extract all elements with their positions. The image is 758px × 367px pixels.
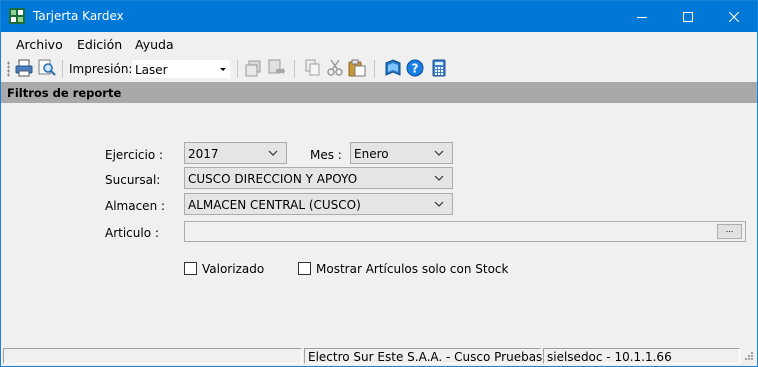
cut-icon[interactable] [326, 59, 344, 77]
ejercicio-label: Ejercicio : [105, 148, 164, 162]
copy-icon[interactable] [304, 59, 322, 77]
section-header: Filtros de reporte [1, 82, 757, 103]
maximize-button[interactable] [665, 1, 711, 32]
articulo-label: Articulo : [105, 226, 159, 240]
kardex-window: Tarjerta Kardex Archivo Edición Ayuda Im… [0, 0, 758, 367]
close-button[interactable] [711, 1, 757, 32]
minimize-icon [637, 16, 647, 18]
svg-text:?: ? [412, 62, 419, 76]
articulo-browse-button[interactable]: ... [717, 224, 742, 239]
minimize-button[interactable] [619, 1, 665, 32]
articulo-field[interactable]: ... [184, 221, 746, 242]
book-icon[interactable] [384, 59, 402, 77]
printer-select[interactable]: Laser [131, 59, 231, 79]
sucursal-label: Sucursal: [105, 173, 161, 187]
export-icon[interactable] [245, 59, 263, 77]
menu-bar: Archivo Edición Ayuda [1, 32, 757, 56]
toolbar-grip[interactable] [7, 61, 10, 77]
toolbar-separator [237, 60, 238, 78]
export-arrow-icon[interactable] [267, 59, 285, 77]
almacen-value: ALMACEN CENTRAL (CUSCO) [188, 198, 361, 212]
sucursal-value: CUSCO DIRECCION Y APOYO [188, 172, 358, 186]
chevron-down-icon [434, 150, 444, 156]
chevron-down-icon [434, 175, 444, 181]
ejercicio-select[interactable]: 2017 [184, 142, 287, 164]
status-bar: Electro Sur Este S.A.A. - Cusco Pruebas … [1, 346, 757, 366]
almacen-label: Almacen : [105, 199, 166, 213]
print-label: Impresión: [69, 62, 133, 76]
mes-value: Enero [354, 147, 389, 161]
print-icon[interactable] [15, 59, 33, 77]
title-bar[interactable]: Tarjerta Kardex [1, 1, 757, 32]
maximize-icon [683, 11, 693, 22]
chevron-down-icon [434, 201, 444, 207]
printer-select-value: Laser [135, 63, 168, 77]
menu-archivo[interactable]: Archivo [16, 37, 63, 52]
stock-label[interactable]: Mostrar Artículos solo con Stock [316, 262, 508, 276]
section-title: Filtros de reporte [7, 86, 122, 100]
close-icon [729, 11, 739, 22]
toolbar-separator [62, 60, 63, 78]
status-panel-company: Electro Sur Este S.A.A. - Cusco Pruebas [304, 348, 543, 364]
paste-icon[interactable] [348, 59, 366, 77]
help-icon[interactable]: ? [406, 59, 424, 77]
valorizado-checkbox[interactable] [184, 262, 197, 275]
toolbar-separator [294, 60, 295, 78]
chevron-down-icon [268, 150, 278, 156]
menu-edicion[interactable]: Edición [77, 37, 122, 52]
valorizado-label[interactable]: Valorizado [202, 262, 264, 276]
toolbar-separator [374, 60, 375, 78]
mes-label: Mes : [310, 148, 342, 162]
dropdown-arrow-icon [220, 68, 226, 71]
calculator-icon[interactable] [430, 59, 448, 77]
menu-ayuda[interactable]: Ayuda [135, 37, 174, 52]
print-preview-icon[interactable] [38, 59, 56, 77]
ejercicio-value: 2017 [188, 147, 219, 161]
almacen-select[interactable]: ALMACEN CENTRAL (CUSCO) [184, 193, 453, 215]
mes-select[interactable]: Enero [350, 142, 453, 164]
sucursal-select[interactable]: CUSCO DIRECCION Y APOYO [184, 167, 453, 189]
toolbar: Impresión: Laser ? [1, 56, 757, 82]
status-server: sielsedoc - 10.1.1.66 [547, 350, 672, 364]
resize-grip-icon[interactable] [742, 351, 754, 363]
status-panel-server: sielsedoc - 10.1.1.66 [543, 348, 740, 364]
status-company: Electro Sur Este S.A.A. - Cusco Pruebas [308, 350, 543, 364]
stock-checkbox[interactable] [298, 262, 311, 275]
window-title: Tarjerta Kardex [33, 9, 124, 23]
app-icon [9, 8, 25, 24]
status-panel-1 [3, 348, 302, 364]
